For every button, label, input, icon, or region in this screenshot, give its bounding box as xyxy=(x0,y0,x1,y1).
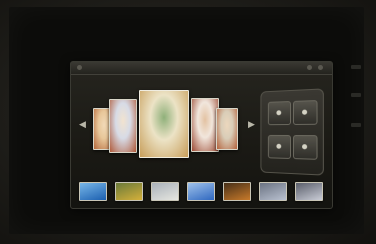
thumbnail-strip xyxy=(79,182,324,201)
thumbnail[interactable] xyxy=(223,182,251,201)
info-icon[interactable] xyxy=(292,100,318,125)
photo-viewer-window: ◀ ▶ xyxy=(70,61,333,209)
thumbnail[interactable] xyxy=(115,182,143,201)
slideshow-icon[interactable] xyxy=(267,134,291,159)
title-bar xyxy=(71,62,332,75)
screen-edge-mark xyxy=(351,93,361,97)
carousel-photo-selected[interactable] xyxy=(139,90,189,158)
chevron-right-icon[interactable]: ▶ xyxy=(248,120,255,130)
thumbnail[interactable] xyxy=(259,182,287,201)
background: ◀ ▶ xyxy=(0,0,376,244)
close-icon[interactable] xyxy=(318,65,323,70)
chevron-left-icon[interactable]: ◀ xyxy=(79,120,86,130)
photo-carousel xyxy=(93,84,245,168)
carousel-photo[interactable] xyxy=(216,108,238,150)
thumbnail[interactable] xyxy=(295,182,323,201)
thumbnail[interactable] xyxy=(187,182,215,201)
screen: ◀ ▶ xyxy=(9,7,364,234)
screen-edge-mark xyxy=(351,123,361,127)
control-pad xyxy=(260,88,324,176)
window-menu-icon[interactable] xyxy=(77,65,82,70)
delete-icon[interactable] xyxy=(292,135,318,160)
thumbnail[interactable] xyxy=(151,182,179,201)
minimize-icon[interactable] xyxy=(307,65,312,70)
screen-edge-mark xyxy=(351,65,361,69)
thumbnail[interactable] xyxy=(79,182,107,201)
rotate-icon[interactable] xyxy=(267,101,291,126)
carousel-photo[interactable] xyxy=(109,99,137,153)
carousel-photo[interactable] xyxy=(191,98,219,152)
